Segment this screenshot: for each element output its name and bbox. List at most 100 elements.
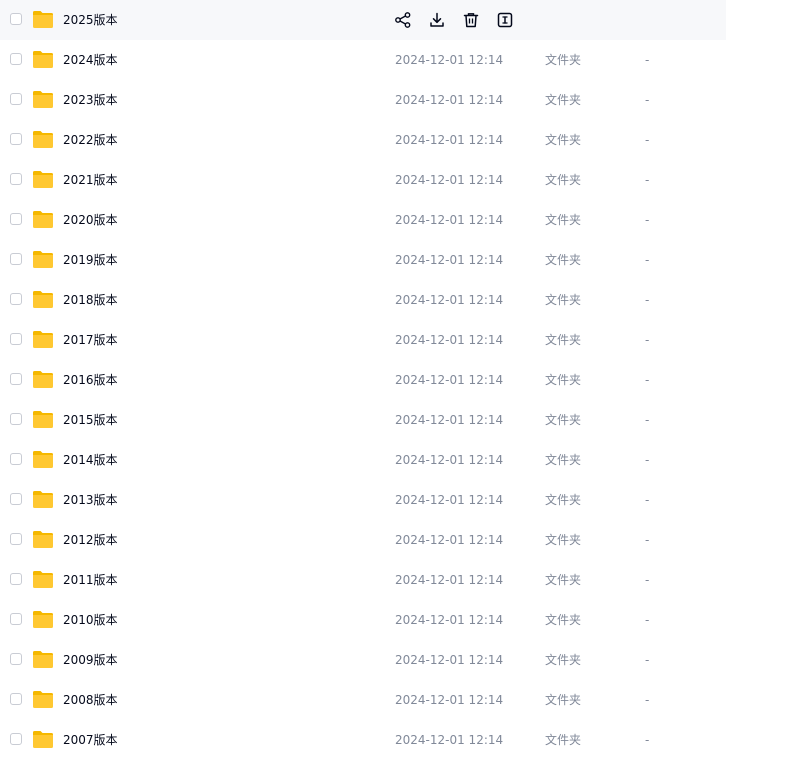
file-size: -	[645, 493, 650, 507]
file-size: -	[645, 53, 650, 67]
folder-icon	[33, 491, 53, 508]
file-name[interactable]: 2024版本	[63, 40, 118, 80]
file-name[interactable]: 2021版本	[63, 160, 118, 200]
file-row[interactable]: 2011版本 2024-12-01 12:14 文件夹 -	[0, 560, 726, 600]
file-name[interactable]: 2013版本	[63, 480, 118, 520]
row-checkbox[interactable]	[10, 733, 22, 745]
file-name[interactable]: 2008版本	[63, 680, 118, 720]
folder-icon	[33, 371, 53, 388]
file-type: 文件夹	[545, 173, 582, 187]
file-type: 文件夹	[545, 93, 582, 107]
file-size: -	[645, 133, 650, 147]
file-name[interactable]: 2017版本	[63, 320, 118, 360]
row-checkbox[interactable]	[10, 93, 22, 105]
folder-icon	[33, 171, 53, 188]
file-date: 2024-12-01 12:14	[395, 693, 504, 707]
file-date: 2024-12-01 12:14	[395, 413, 504, 427]
file-type: 文件夹	[545, 733, 582, 747]
row-checkbox[interactable]	[10, 693, 22, 705]
file-size: -	[645, 613, 650, 627]
file-row[interactable]: 2025版本	[0, 0, 726, 40]
file-name[interactable]: 2018版本	[63, 280, 118, 320]
file-row[interactable]: 2012版本 2024-12-01 12:14 文件夹 -	[0, 520, 726, 560]
file-date: 2024-12-01 12:14	[395, 573, 504, 587]
file-row[interactable]: 2023版本 2024-12-01 12:14 文件夹 -	[0, 80, 726, 120]
file-type: 文件夹	[545, 53, 582, 67]
file-name[interactable]: 2020版本	[63, 200, 118, 240]
file-row[interactable]: 2015版本 2024-12-01 12:14 文件夹 -	[0, 400, 726, 440]
file-row[interactable]: 2024版本 2024-12-01 12:14 文件夹 -	[0, 40, 726, 80]
file-size: -	[645, 693, 650, 707]
download-icon[interactable]	[427, 10, 447, 30]
file-size: -	[645, 213, 650, 227]
row-checkbox[interactable]	[10, 493, 22, 505]
file-row[interactable]: 2018版本 2024-12-01 12:14 文件夹 -	[0, 280, 726, 320]
file-size: -	[645, 293, 650, 307]
file-size: -	[645, 733, 650, 747]
file-date: 2024-12-01 12:14	[395, 733, 504, 747]
file-row[interactable]: 2013版本 2024-12-01 12:14 文件夹 -	[0, 480, 726, 520]
file-name[interactable]: 2014版本	[63, 440, 118, 480]
folder-icon	[33, 331, 53, 348]
file-row[interactable]: 2016版本 2024-12-01 12:14 文件夹 -	[0, 360, 726, 400]
file-row[interactable]: 2017版本 2024-12-01 12:14 文件夹 -	[0, 320, 726, 360]
file-size: -	[645, 93, 650, 107]
file-name[interactable]: 2023版本	[63, 80, 118, 120]
file-row[interactable]: 2021版本 2024-12-01 12:14 文件夹 -	[0, 160, 726, 200]
file-type: 文件夹	[545, 533, 582, 547]
row-checkbox[interactable]	[10, 613, 22, 625]
folder-icon	[33, 11, 53, 28]
folder-icon	[33, 51, 53, 68]
row-checkbox[interactable]	[10, 333, 22, 345]
file-date: 2024-12-01 12:14	[395, 333, 504, 347]
file-row[interactable]: 2009版本 2024-12-01 12:14 文件夹 -	[0, 640, 726, 680]
file-name[interactable]: 2007版本	[63, 720, 118, 760]
file-row[interactable]: 2022版本 2024-12-01 12:14 文件夹 -	[0, 120, 726, 160]
folder-icon	[33, 651, 53, 668]
file-row[interactable]: 2007版本 2024-12-01 12:14 文件夹 -	[0, 720, 726, 760]
file-name[interactable]: 2022版本	[63, 120, 118, 160]
folder-icon	[33, 211, 53, 228]
row-checkbox[interactable]	[10, 133, 22, 145]
row-checkbox[interactable]	[10, 453, 22, 465]
row-checkbox[interactable]	[10, 373, 22, 385]
row-checkbox[interactable]	[10, 573, 22, 585]
row-checkbox[interactable]	[10, 13, 22, 25]
file-type: 文件夹	[545, 413, 582, 427]
file-name[interactable]: 2015版本	[63, 400, 118, 440]
row-checkbox[interactable]	[10, 53, 22, 65]
rename-icon[interactable]	[495, 10, 515, 30]
file-type: 文件夹	[545, 253, 582, 267]
row-checkbox[interactable]	[10, 413, 22, 425]
file-row[interactable]: 2019版本 2024-12-01 12:14 文件夹 -	[0, 240, 726, 280]
row-checkbox[interactable]	[10, 293, 22, 305]
file-name[interactable]: 2011版本	[63, 560, 118, 600]
file-name[interactable]: 2012版本	[63, 520, 118, 560]
file-date: 2024-12-01 12:14	[395, 453, 504, 467]
row-checkbox[interactable]	[10, 253, 22, 265]
file-type: 文件夹	[545, 333, 582, 347]
file-date: 2024-12-01 12:14	[395, 373, 504, 387]
folder-icon	[33, 571, 53, 588]
folder-icon	[33, 611, 53, 628]
file-name[interactable]: 2019版本	[63, 240, 118, 280]
file-name[interactable]: 2016版本	[63, 360, 118, 400]
trash-icon[interactable]	[461, 10, 481, 30]
file-name[interactable]: 2025版本	[63, 0, 118, 40]
file-row[interactable]: 2010版本 2024-12-01 12:14 文件夹 -	[0, 600, 726, 640]
file-row[interactable]: 2014版本 2024-12-01 12:14 文件夹 -	[0, 440, 726, 480]
file-row[interactable]: 2008版本 2024-12-01 12:14 文件夹 -	[0, 680, 726, 720]
row-checkbox[interactable]	[10, 213, 22, 225]
row-checkbox[interactable]	[10, 533, 22, 545]
file-name[interactable]: 2010版本	[63, 600, 118, 640]
share-icon[interactable]	[393, 10, 413, 30]
row-checkbox[interactable]	[10, 173, 22, 185]
file-size: -	[645, 333, 650, 347]
file-type: 文件夹	[545, 573, 582, 587]
file-type: 文件夹	[545, 293, 582, 307]
file-size: -	[645, 573, 650, 587]
file-date: 2024-12-01 12:14	[395, 173, 504, 187]
row-checkbox[interactable]	[10, 653, 22, 665]
file-row[interactable]: 2020版本 2024-12-01 12:14 文件夹 -	[0, 200, 726, 240]
file-name[interactable]: 2009版本	[63, 640, 118, 680]
